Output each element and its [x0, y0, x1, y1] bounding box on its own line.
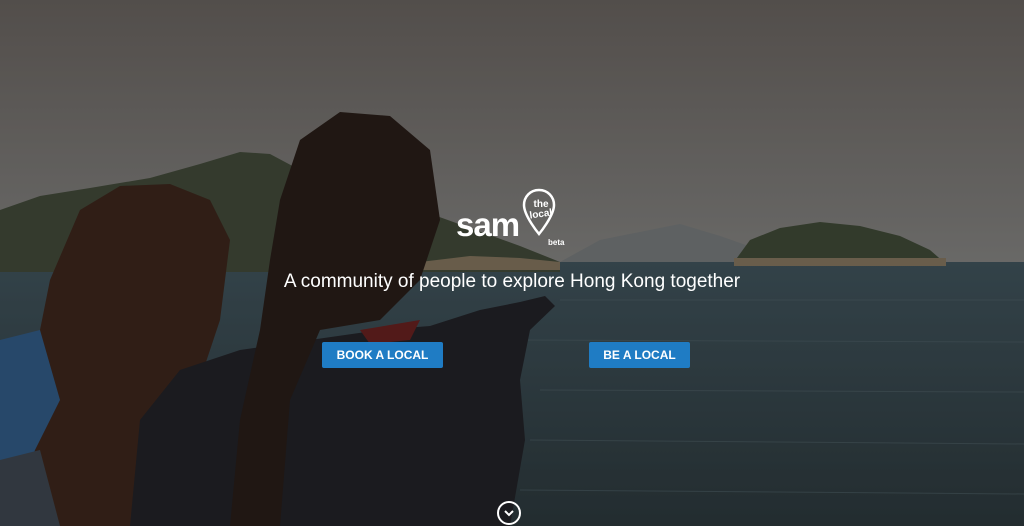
logo-wordmark: sam — [456, 206, 520, 243]
beta-badge: beta — [548, 238, 565, 247]
be-a-local-button[interactable]: BE A LOCAL — [589, 342, 690, 368]
book-a-local-button[interactable]: BOOK A LOCAL — [322, 342, 443, 368]
site-logo[interactable]: sam the local beta — [456, 188, 576, 250]
hero-overlay — [0, 0, 1024, 526]
hero-section: sam the local beta A community of people… — [0, 0, 1024, 526]
scroll-down-button[interactable] — [497, 501, 521, 525]
hero-tagline: A community of people to explore Hong Ko… — [283, 271, 741, 292]
chevron-down-icon — [504, 510, 514, 517]
